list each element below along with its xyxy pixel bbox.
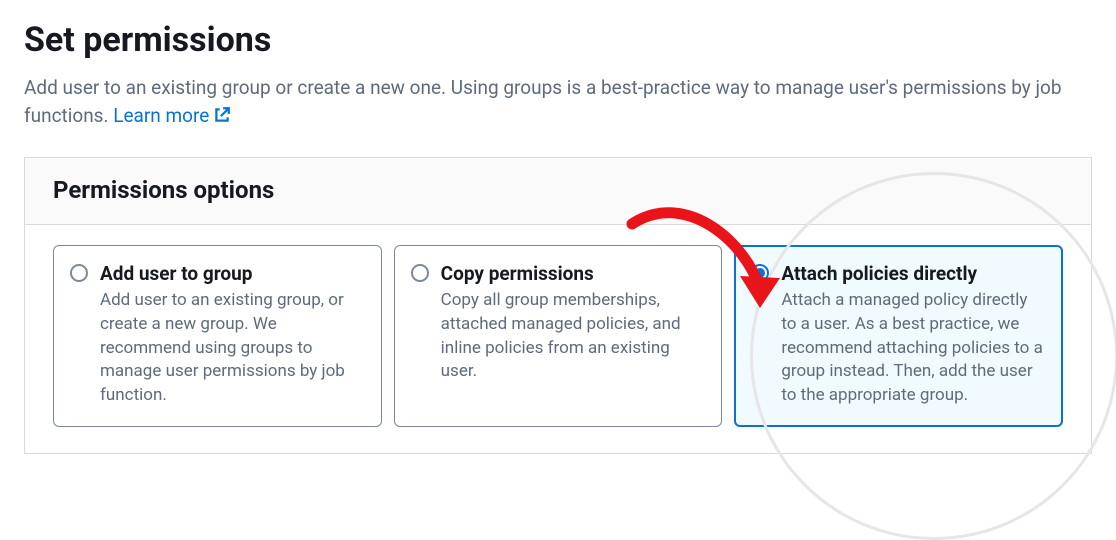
- permissions-options-panel: Permissions options Add user to group Ad…: [24, 157, 1092, 454]
- page-title: Set permissions: [24, 20, 1092, 60]
- learn-more-link[interactable]: Learn more: [113, 102, 231, 130]
- options-row: Add user to group Add user to an existin…: [25, 225, 1091, 453]
- option-desc: Attach a managed policy directly to a us…: [781, 289, 1046, 408]
- radio-attach-policies[interactable]: [751, 262, 769, 408]
- radio-add-to-group[interactable]: [70, 262, 88, 408]
- option-title: Attach policies directly: [781, 262, 1046, 285]
- panel-heading: Permissions options: [53, 176, 1063, 204]
- option-attach-policies-directly[interactable]: Attach policies directly Attach a manage…: [734, 245, 1063, 427]
- external-link-icon: [213, 106, 231, 124]
- option-add-user-to-group[interactable]: Add user to group Add user to an existin…: [53, 245, 382, 427]
- learn-more-text: Learn more: [113, 102, 209, 130]
- option-copy-permissions[interactable]: Copy permissions Copy all group membersh…: [394, 245, 723, 427]
- option-title: Copy permissions: [441, 262, 706, 285]
- panel-header: Permissions options: [25, 158, 1091, 225]
- option-desc: Copy all group memberships, attached man…: [441, 289, 706, 384]
- radio-copy-permissions[interactable]: [411, 262, 429, 408]
- page-subtitle: Add user to an existing group or create …: [24, 74, 1092, 129]
- option-title: Add user to group: [100, 262, 365, 285]
- option-desc: Add user to an existing group, or create…: [100, 289, 365, 408]
